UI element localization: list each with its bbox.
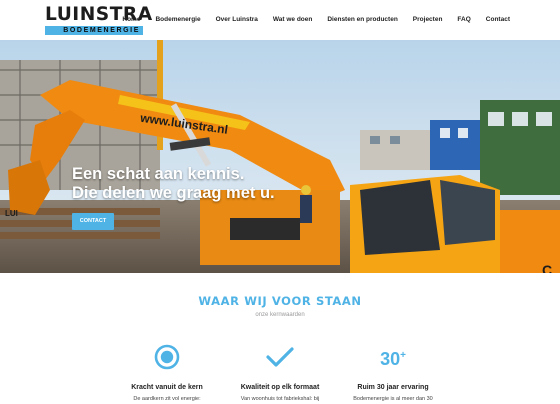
logo-tagline: BODEMENERGIE [45, 26, 143, 35]
nav-bodemenergie[interactable]: Bodemenergie [155, 15, 200, 25]
value-label: Kracht vanuit de kern [131, 384, 203, 391]
hero-image: www.luinstra.nl LUI C [0, 40, 560, 273]
nav-diensten-en-producten[interactable]: Diensten en producten [327, 15, 397, 25]
cab-lettering: C [542, 262, 552, 273]
values-section: WAAR WIJ VOOR STAAN onze kernwaarden Kra… [0, 273, 560, 404]
nav-home[interactable]: Home [122, 15, 140, 25]
section-subtitle: onze kernwaarden [255, 312, 305, 318]
value-card-ervaring: 30+ Ruim 30 jaar ervaring Bodemenergie i… [333, 343, 453, 403]
checkmark-icon [266, 347, 294, 367]
boom-lettering: LUI [5, 209, 18, 218]
value-card-kracht: Kracht vanuit de kern De aardkern zit vo… [107, 343, 227, 402]
thirty-plus-icon: 30+ [380, 348, 406, 369]
hero-title: Een schat aan kennis. Die delen we graag… [72, 165, 332, 203]
nav-contact[interactable]: Contact [486, 15, 510, 25]
value-desc: De aardkern zit vol energie: [133, 396, 201, 402]
target-icon [154, 344, 180, 370]
nav-wat-we-doen[interactable]: Wat we doen [273, 15, 312, 25]
value-desc: Van woonhuis tot fabriekshal: bij [240, 396, 320, 402]
section-title: WAAR WIJ VOOR STAAN [198, 294, 362, 308]
hero-title-line1: Een schat aan kennis. [72, 165, 245, 183]
value-card-kwaliteit: Kwaliteit op elk formaat Van woonhuis to… [220, 343, 340, 402]
value-label: Kwaliteit op elk formaat [240, 384, 320, 391]
site-header: LUINSTRA BODEMENERGIE Home Bodemenergie … [0, 0, 560, 40]
nav-over-luinstra[interactable]: Over Luinstra [216, 15, 258, 25]
main-nav: Home Bodemenergie Over Luinstra Wat we d… [122, 15, 510, 25]
nav-faq[interactable]: FAQ [457, 15, 470, 25]
value-label: Ruim 30 jaar ervaring [357, 384, 429, 391]
value-desc: Bodemenergie is al meer dan 30 [353, 396, 433, 402]
hero-title-line2: Die delen we graag met u. [72, 184, 275, 202]
contact-button[interactable]: CONTACT [72, 213, 114, 230]
nav-projecten[interactable]: Projecten [413, 15, 443, 25]
hero-banner: www.luinstra.nl LUI C Een schat aan kenn… [0, 40, 560, 273]
